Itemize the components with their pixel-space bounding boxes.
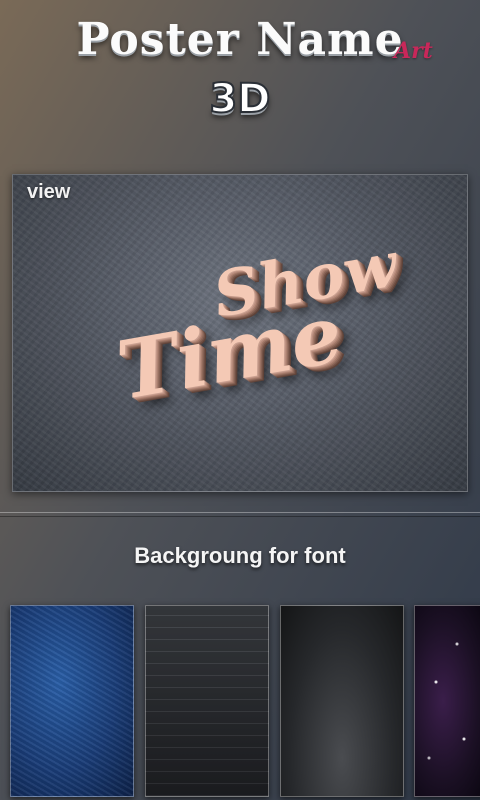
background-section-title: Backgroung for font	[134, 543, 346, 568]
background-thumb-space[interactable]	[414, 605, 480, 797]
app-title-badge: Art	[394, 38, 433, 64]
background-thumb-blue[interactable]	[10, 605, 134, 797]
app-subtitle: 3D	[208, 75, 271, 123]
preview-label: view	[27, 181, 71, 203]
background-thumb-wood[interactable]	[145, 605, 269, 797]
background-thumb-dark[interactable]	[280, 605, 404, 797]
divider	[0, 512, 480, 517]
app-header: Poster Name Art 3D	[0, 0, 480, 150]
poster-preview[interactable]: view Show Time	[12, 174, 468, 492]
